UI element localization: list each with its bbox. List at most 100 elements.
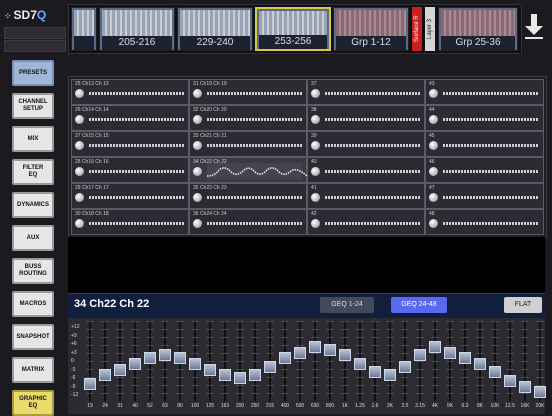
menu-item-channel-setup[interactable]: CHANNEL SETUP (12, 93, 54, 119)
fader-handle[interactable] (234, 372, 246, 384)
menu-item-filter-eq[interactable]: FILTER EQ (12, 159, 54, 185)
geq-fader[interactable]: 200 (234, 321, 246, 409)
geq-fader[interactable]: 8K (474, 321, 486, 409)
channel-cell[interactable]: 47 (425, 183, 544, 209)
fader-handle[interactable] (369, 366, 381, 379)
knob-icon[interactable] (193, 141, 202, 150)
fader-handle[interactable] (429, 340, 441, 353)
fader-handle[interactable] (189, 357, 201, 370)
knob-icon[interactable] (75, 141, 84, 150)
knob-icon[interactable] (429, 141, 438, 150)
channel-cell[interactable]: 39 (307, 131, 425, 157)
channel-cell[interactable]: 29 Ch17 Ch 17 (71, 183, 189, 209)
geq-fader[interactable]: 1.25 (354, 321, 366, 409)
fader-handle[interactable] (414, 349, 426, 362)
knob-icon[interactable] (75, 219, 84, 228)
channel-cell[interactable]: 42 (307, 209, 425, 235)
fader-handle[interactable] (324, 343, 336, 356)
bank-253-256[interactable]: 253-256 (255, 7, 331, 51)
menu-item-presets[interactable]: PRESETS (12, 60, 54, 86)
geq-fader[interactable]: 19 (84, 321, 96, 409)
flat-button[interactable]: FLAT (504, 297, 542, 313)
channel-cell[interactable]: 30 Ch18 Ch 18 (71, 209, 189, 235)
channel-cell[interactable]: 27 Ch15 Ch 15 (71, 131, 189, 157)
bank-205-216[interactable]: 205-216 (99, 7, 175, 51)
knob-icon[interactable] (193, 219, 202, 228)
channel-cell[interactable]: 32 Ch20 Ch 20 (189, 105, 307, 131)
geq-1-24-button[interactable]: GEQ 1-24 (320, 297, 374, 313)
menu-item-mix[interactable]: MIX (12, 126, 54, 152)
channel-cell[interactable]: 37 (307, 79, 425, 105)
geq-fader[interactable]: 52 (144, 321, 156, 409)
geq-fader[interactable]: 16K (519, 321, 531, 409)
channel-cell[interactable]: 48 (425, 209, 544, 235)
geq-fader[interactable]: 3.15 (414, 321, 426, 409)
menu-item-buss-routing[interactable]: BUSS ROUTING (12, 258, 54, 284)
geq-fader[interactable]: 12.5 (504, 321, 516, 409)
menu-item-aux[interactable]: AUX (12, 225, 54, 251)
channel-cell[interactable]: 40 (307, 157, 425, 183)
fader-handle[interactable] (159, 349, 171, 362)
geq-fader[interactable]: 1.6 (369, 321, 381, 409)
fader-handle[interactable] (219, 369, 231, 382)
knob-icon[interactable] (75, 89, 84, 98)
fader-handle[interactable] (264, 360, 276, 373)
geq-fader[interactable]: 31 (114, 321, 126, 409)
geq-fader[interactable]: 24 (99, 321, 111, 409)
channel-cell[interactable]: 46 (425, 157, 544, 183)
geq-fader[interactable]: 163 (219, 321, 231, 409)
menu-item-matrix[interactable]: MATRIX (12, 357, 54, 383)
knob-icon[interactable] (311, 167, 320, 176)
knob-icon[interactable] (193, 115, 202, 124)
knob-icon[interactable] (311, 219, 320, 228)
geq-fader[interactable]: 2K (384, 321, 396, 409)
geq-fader[interactable]: 63 (159, 321, 171, 409)
fader-handle[interactable] (129, 357, 141, 370)
fader-handle[interactable] (144, 352, 156, 365)
channel-cell[interactable]: 26 Ch14 Ch 14 (71, 105, 189, 131)
knob-icon[interactable] (311, 141, 320, 150)
channel-cell[interactable]: 45 (425, 131, 544, 157)
knob-icon[interactable] (311, 115, 320, 124)
channel-cell[interactable]: 41 (307, 183, 425, 209)
fader-handle[interactable] (294, 346, 306, 359)
fader-handle[interactable] (309, 340, 321, 353)
menu-item-snapshot[interactable]: SNAPSHOT (12, 324, 54, 350)
bank-grp-25-36[interactable]: Grp 25-36 (438, 7, 518, 51)
fader-handle[interactable] (399, 360, 411, 373)
geq-fader[interactable]: 100 (189, 321, 201, 409)
fader-handle[interactable] (534, 386, 546, 399)
fader-handle[interactable] (459, 352, 471, 365)
channel-cell[interactable]: 34 Ch22 Ch 22 (189, 157, 307, 183)
knob-icon[interactable] (311, 193, 320, 202)
knob-icon[interactable] (193, 89, 202, 98)
fader-handle[interactable] (384, 369, 396, 382)
geq-fader[interactable]: 2.5 (399, 321, 411, 409)
fader-handle[interactable] (84, 377, 96, 390)
geq-fader[interactable]: 4K (429, 321, 441, 409)
channel-cell[interactable]: 38 (307, 105, 425, 131)
channel-cell[interactable]: 35 Ch23 Ch 23 (189, 183, 307, 209)
geq-fader[interactable]: 400 (279, 321, 291, 409)
channel-cell[interactable]: 25 Ch13 Ch 13 (71, 79, 189, 105)
geq-fader[interactable]: 20K (534, 321, 546, 409)
fader-handle[interactable] (339, 349, 351, 362)
knob-icon[interactable] (193, 167, 202, 176)
knob-icon[interactable] (429, 167, 438, 176)
channel-cell[interactable]: 33 Ch21 Ch 21 (189, 131, 307, 157)
knob-icon[interactable] (75, 193, 84, 202)
knob-icon[interactable] (75, 115, 84, 124)
fader-handle[interactable] (489, 366, 501, 379)
geq-fader[interactable]: 800 (324, 321, 336, 409)
fader-handle[interactable] (519, 380, 531, 393)
geq-24-48-button[interactable]: GEQ 24-48 (391, 297, 447, 313)
menu-item-macros[interactable]: MACROS (12, 291, 54, 317)
fader-handle[interactable] (249, 369, 261, 382)
channel-cell[interactable]: 36 Ch24 Ch 24 (189, 209, 307, 235)
fader-handle[interactable] (279, 352, 291, 365)
knob-icon[interactable] (429, 219, 438, 228)
channel-cell[interactable]: 44 (425, 105, 544, 131)
geq-fader[interactable]: 315 (264, 321, 276, 409)
fader-handle[interactable] (114, 363, 126, 376)
down-arrow-icon[interactable] (522, 12, 546, 40)
